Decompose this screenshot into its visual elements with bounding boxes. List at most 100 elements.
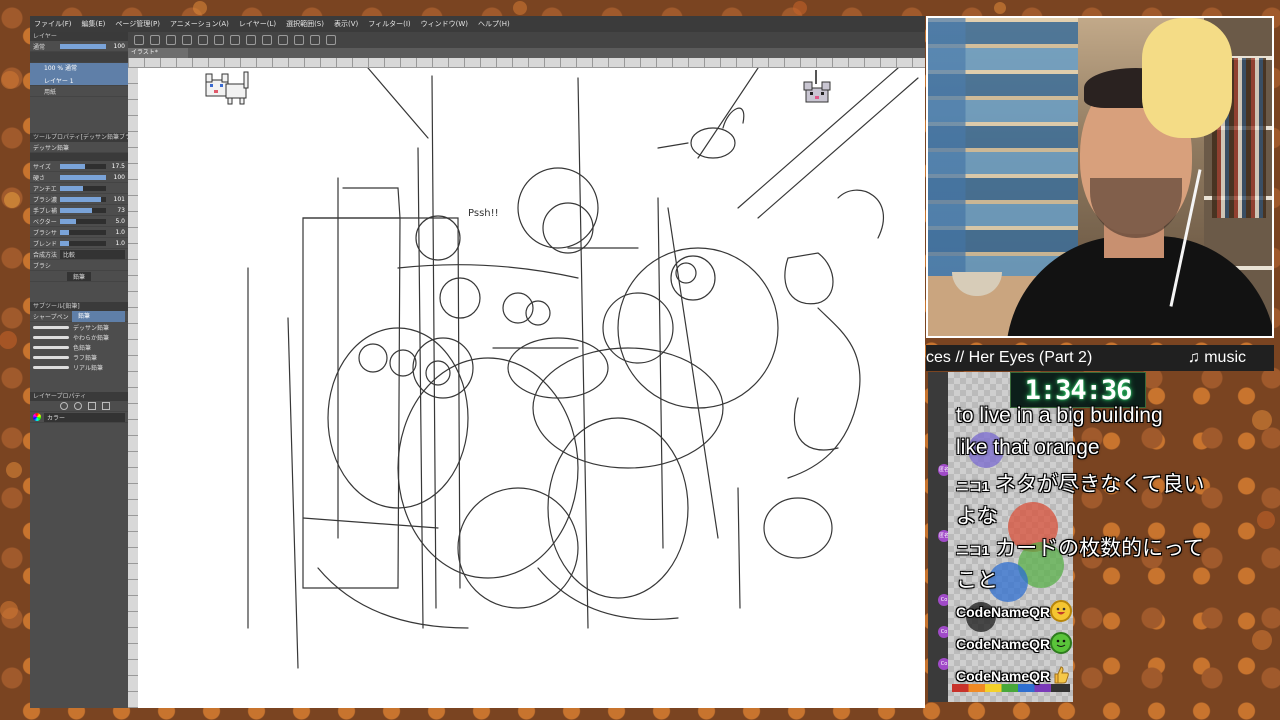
save-icon[interactable] bbox=[166, 35, 176, 45]
sketch-label: Pssh!! bbox=[468, 208, 499, 219]
chat-user: CodeNameQR bbox=[956, 604, 1051, 620]
menu-view[interactable]: 表示(V) bbox=[334, 19, 358, 29]
green-face-emote-icon bbox=[1050, 632, 1072, 654]
webcam-feed bbox=[926, 16, 1274, 338]
brush-row: ブラシ bbox=[30, 260, 128, 271]
pixel-mouse-pet bbox=[803, 70, 831, 103]
tool-property-label: ブラシ濃度 bbox=[33, 196, 57, 204]
tool-property-header: ツールプロパティ[デッサン鉛筆ブラシ] bbox=[30, 133, 128, 142]
clear-icon[interactable] bbox=[214, 35, 224, 45]
new-icon[interactable] bbox=[134, 35, 144, 45]
sub-tool-item-label: 色鉛筆 bbox=[73, 344, 92, 352]
tool-property-slider[interactable] bbox=[60, 196, 106, 202]
chat-user: CodeNameQR bbox=[956, 636, 1051, 652]
deselect-icon[interactable] bbox=[262, 35, 272, 45]
tool-property-slider[interactable] bbox=[60, 207, 106, 213]
tool-property-row: アンチエイリアス bbox=[30, 183, 128, 194]
sub-tool-tab-pencil[interactable]: 鉛筆 bbox=[72, 310, 125, 322]
chat-user: CodeNameQR bbox=[956, 668, 1051, 684]
document-tab[interactable]: イラスト* bbox=[128, 48, 188, 58]
redo-icon[interactable] bbox=[198, 35, 208, 45]
tool-property-value: 73 bbox=[117, 206, 125, 214]
tool-property-label: ベクター吸着 bbox=[33, 218, 57, 226]
eraser-row: 鉛筆 bbox=[30, 271, 128, 282]
command-bar bbox=[128, 32, 925, 48]
tool-property-label: ブラシサイズ bbox=[33, 229, 57, 237]
drawing-canvas[interactable]: Pssh!! bbox=[138, 68, 925, 708]
ruler-icon[interactable] bbox=[294, 35, 304, 45]
sub-tool-item[interactable]: リアル鉛筆 bbox=[30, 362, 128, 372]
tool-property-row: ブラシサイズ 1.0 bbox=[30, 227, 128, 238]
sub-tool-item[interactable]: やわらか鉛筆 bbox=[30, 332, 128, 342]
pencil-icon[interactable] bbox=[326, 35, 336, 45]
sub-tool-item-label: リアル鉛筆 bbox=[73, 364, 103, 372]
vertical-ruler bbox=[128, 68, 138, 708]
chat-badge-rail: 匿名 匿名 Co Co Co bbox=[928, 372, 950, 702]
tool-property-slider[interactable] bbox=[60, 229, 106, 235]
stream-timer: 1:34:36 bbox=[1010, 372, 1146, 408]
tool-property-slider[interactable] bbox=[60, 185, 106, 191]
tool-property-value: 1.0 bbox=[115, 239, 125, 247]
chat-message: like that orange bbox=[956, 436, 1100, 459]
blend-mode-row: 通常 100 bbox=[30, 41, 128, 52]
blend-mode-select[interactable]: 通常 bbox=[33, 42, 57, 51]
menu-page[interactable]: ページ管理(P) bbox=[115, 19, 160, 29]
left-panel: レイヤー 通常 100 100 % 通常 レイヤー 1 用紙 ツールプロパティ[… bbox=[30, 32, 128, 708]
undo-icon[interactable] bbox=[182, 35, 192, 45]
color-mode-row: カラー bbox=[30, 412, 128, 423]
color-mode-select[interactable]: カラー bbox=[44, 412, 125, 422]
layer-paper[interactable]: 用紙 bbox=[30, 86, 128, 97]
tool-property-slider[interactable] bbox=[60, 240, 106, 246]
tool-property-spacer bbox=[30, 282, 128, 302]
pixel-cat-pet bbox=[205, 71, 249, 105]
menu-filter[interactable]: フィルター(I) bbox=[368, 19, 410, 29]
layer-opacity-slider[interactable] bbox=[60, 43, 106, 49]
tool-property-row: サイズ 17.5 bbox=[30, 161, 128, 172]
layer-item-name: レイヤー 1 bbox=[44, 77, 74, 85]
menu-help[interactable]: ヘルプ(H) bbox=[478, 19, 510, 29]
circle-icon[interactable] bbox=[74, 402, 82, 410]
invert-selection-icon[interactable] bbox=[278, 35, 288, 45]
open-icon[interactable] bbox=[150, 35, 160, 45]
combine-row: 合成方法 比較 bbox=[30, 249, 128, 260]
layer-list-empty bbox=[30, 97, 128, 133]
sub-tool-item[interactable]: デッサン鉛筆 bbox=[30, 322, 128, 332]
tool-property-label: 手ブレ補正 bbox=[33, 207, 57, 215]
sub-tool-item-label: やわらか鉛筆 bbox=[73, 334, 110, 342]
layer-item-selected[interactable]: 100 % 通常 bbox=[30, 63, 128, 75]
chat-message: ニコ1 ネタが尽きなくて良い bbox=[956, 468, 1204, 498]
tool-property-slider[interactable] bbox=[60, 163, 106, 169]
menu-edit[interactable]: 編集(E) bbox=[82, 19, 106, 29]
menu-animation[interactable]: アニメーション(A) bbox=[170, 19, 229, 29]
brush-stroke-preview bbox=[33, 325, 69, 329]
snap-icon[interactable] bbox=[310, 35, 320, 45]
combine-select[interactable]: 比較 bbox=[60, 249, 125, 259]
menu-file[interactable]: ファイル(F) bbox=[34, 19, 72, 29]
now-playing-ticker: ces // Her Eyes (Part 2) ♫ music bbox=[926, 345, 1274, 371]
square-icon[interactable] bbox=[102, 402, 110, 410]
tool-property-row: 手ブレ補正 73 bbox=[30, 205, 128, 216]
menu-window[interactable]: ウィンドウ(W) bbox=[421, 19, 468, 29]
sub-tool-item[interactable]: 色鉛筆 bbox=[30, 342, 128, 352]
menu-layer[interactable]: レイヤー(L) bbox=[239, 19, 276, 29]
chat-message: よな bbox=[956, 505, 998, 528]
tool-property-slider[interactable] bbox=[60, 174, 106, 180]
sub-tool-tab-sharp[interactable]: シャープペン bbox=[33, 312, 69, 321]
transform-icon[interactable] bbox=[246, 35, 256, 45]
circle-icon[interactable] bbox=[60, 402, 68, 410]
brush-preview bbox=[30, 153, 128, 161]
tool-property-slider[interactable] bbox=[60, 218, 106, 224]
fill-icon[interactable] bbox=[230, 35, 240, 45]
chat-message: こと bbox=[956, 569, 998, 592]
layer-item-name-row[interactable]: レイヤー 1 bbox=[30, 75, 128, 86]
sub-tool-item[interactable]: ラフ鉛筆 bbox=[30, 352, 128, 362]
tool-property-value: 101 bbox=[113, 195, 125, 203]
menu-selection[interactable]: 選択範囲(S) bbox=[286, 19, 324, 29]
color-wheel-icon bbox=[33, 413, 41, 421]
brush-stroke-preview bbox=[33, 365, 69, 369]
eraser-button[interactable]: 鉛筆 bbox=[66, 271, 91, 281]
grid-icon[interactable] bbox=[88, 402, 96, 410]
color-panel-header: レイヤープロパティ bbox=[30, 392, 128, 401]
tool-property-row: 硬さ 100 bbox=[30, 172, 128, 183]
tool-property-rows: サイズ 17.5 硬さ 100 アンチエイリアスブラシ濃度 101 手ブレ補正 73 ベクター吸… bbox=[30, 161, 128, 249]
